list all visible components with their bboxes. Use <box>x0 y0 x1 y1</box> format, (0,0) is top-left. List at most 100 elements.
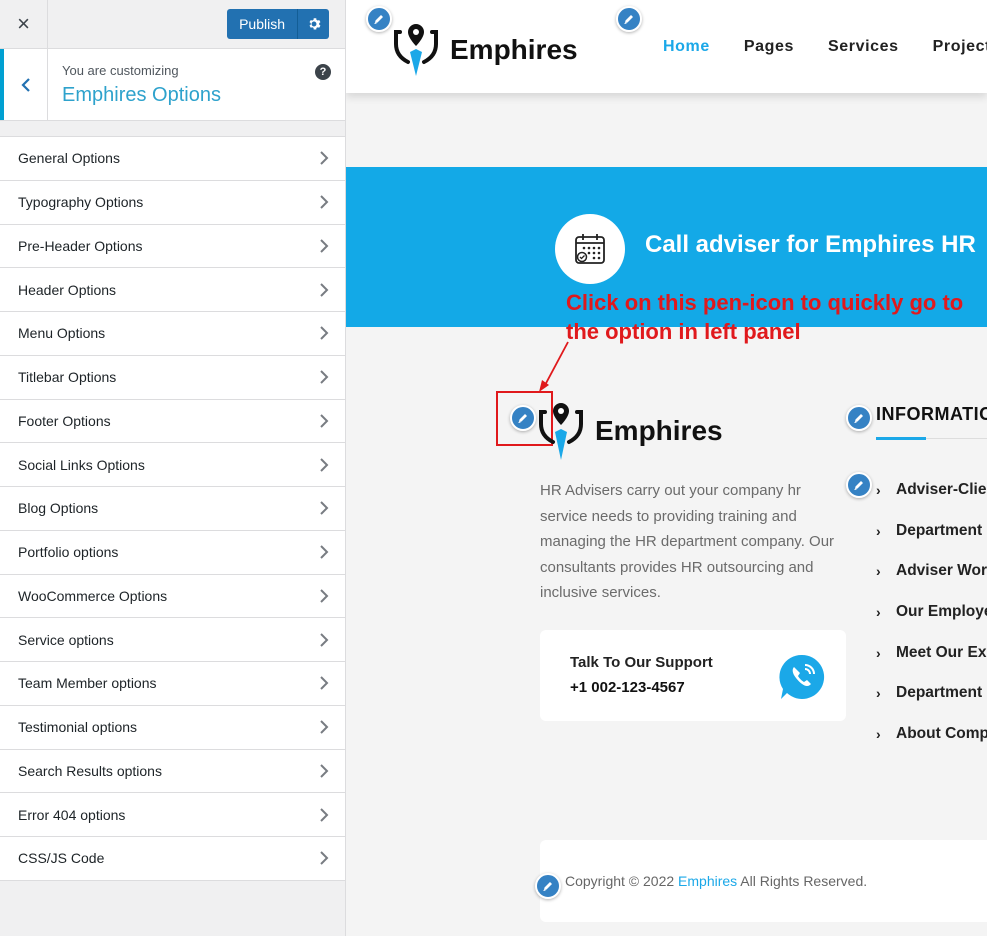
logo-icon <box>394 24 438 76</box>
option-panel-titlebar-options[interactable]: Titlebar Options <box>0 356 345 400</box>
customizing-title: Emphires Options <box>62 84 221 106</box>
information-links: › Adviser-Client › Department › Adviser Works… <box>876 470 987 754</box>
calendar-icon <box>555 214 625 284</box>
copyright-brand-link[interactable]: Emphires <box>678 873 737 889</box>
nav-item-pages[interactable]: Pages <box>744 38 794 56</box>
annotation-arrow-icon <box>539 341 569 392</box>
information-heading: INFORMATION <box>876 404 987 424</box>
option-panel-header-options[interactable]: Header Options <box>0 268 345 312</box>
customizing-label: You are customizing <box>62 63 179 78</box>
option-panel-typography-options[interactable]: Typography Options <box>0 181 345 225</box>
edit-shortcut-pen-icon[interactable] <box>846 472 872 498</box>
edit-shortcut-pen-icon[interactable] <box>846 405 872 431</box>
option-panel-pre-header-options[interactable]: Pre-Header Options <box>0 225 345 269</box>
option-panel-woocommerce-options[interactable]: WooCommerce Options <box>0 575 345 619</box>
back-arrow-icon[interactable] <box>0 49 48 120</box>
support-label: Talk To Our Support <box>570 654 713 671</box>
information-link[interactable]: › About Company <box>876 714 987 755</box>
annotation-text: Click on this pen-icon to quickly go to … <box>566 290 964 344</box>
chevron-right-icon: › <box>876 563 881 580</box>
option-panel-label: WooCommerce Options <box>18 587 168 604</box>
option-panel-label: Typography Options <box>18 194 144 211</box>
option-panel-label: Search Results options <box>18 762 162 779</box>
chevron-right-icon: › <box>876 604 881 621</box>
cta-text: Call adviser for Emphires HR <box>645 231 976 258</box>
option-panel-social-links-options[interactable]: Social Links Options <box>0 443 345 487</box>
heading-underline-rest <box>926 438 987 439</box>
chevron-right-icon <box>320 589 329 603</box>
edit-shortcut-pen-icon[interactable] <box>535 873 561 899</box>
nav-item-services[interactable]: Services <box>828 38 899 56</box>
gear-icon[interactable] <box>297 9 329 39</box>
publish-button[interactable]: Publish <box>227 9 297 39</box>
option-panel-label: Social Links Options <box>18 456 145 473</box>
option-panel-label: Testimonial options <box>18 719 138 736</box>
footer-description: HR Advisers carry out your company hr se… <box>540 482 835 601</box>
option-panel-menu-options[interactable]: Menu Options <box>0 312 345 356</box>
information-link[interactable]: › Our Employees <box>876 592 987 633</box>
chevron-right-icon: › <box>876 725 881 742</box>
option-panel-general-options[interactable]: General Options <box>0 137 345 181</box>
option-panel-label: Footer Options <box>18 412 111 429</box>
option-panel-label: Portfolio options <box>18 544 119 561</box>
option-panel-label: Menu Options <box>18 325 106 342</box>
close-icon[interactable]: × <box>0 0 48 48</box>
option-panel-search-results-options[interactable]: Search Results options <box>0 750 345 794</box>
chevron-right-icon: › <box>876 685 881 702</box>
option-panel-team-member-options[interactable]: Team Member options <box>0 662 345 706</box>
chevron-right-icon <box>320 545 329 559</box>
option-panel-portfolio-options[interactable]: Portfolio options <box>0 531 345 575</box>
chevron-right-icon <box>320 151 329 166</box>
chevron-right-icon <box>320 632 329 647</box>
nav-item-home[interactable]: Home <box>663 38 710 56</box>
information-link[interactable]: › Department <box>876 511 987 552</box>
site-header: Emphires Home Pages Services Projects <box>346 0 987 93</box>
chevron-right-icon <box>320 807 329 822</box>
edit-shortcut-pen-icon[interactable] <box>510 405 536 431</box>
information-link-label: Department <box>896 521 983 539</box>
help-icon[interactable]: ? <box>315 64 331 80</box>
information-link[interactable]: › Meet Our Experts <box>876 632 987 673</box>
copyright-bar: Copyright © 2022 Emphires All Rights Res… <box>540 840 987 922</box>
support-card: Talk To Our Support +1 002-123-4567 <box>540 630 846 721</box>
information-link[interactable]: › Department <box>876 673 987 714</box>
chevron-right-icon: › <box>876 522 881 539</box>
edit-shortcut-pen-icon[interactable] <box>616 6 642 32</box>
edit-shortcut-pen-icon[interactable] <box>366 6 392 32</box>
nav-item-projects[interactable]: Projects <box>933 38 987 56</box>
publish-group: Publish <box>227 9 329 39</box>
phone-chat-icon <box>779 654 825 699</box>
information-link-label: Our Employees <box>896 603 987 621</box>
information-link-label: Adviser Works <box>896 562 987 580</box>
option-panel-service-options[interactable]: Service options <box>0 618 345 662</box>
option-panel-blog-options[interactable]: Blog Options <box>0 487 345 531</box>
option-panel-label: Service options <box>18 631 114 648</box>
option-panel-label: Header Options <box>18 281 117 298</box>
option-panel-testimonial-options[interactable]: Testimonial options <box>0 706 345 750</box>
chevron-right-icon <box>320 764 329 778</box>
chevron-right-icon <box>320 851 329 866</box>
chevron-right-icon: › <box>876 644 881 661</box>
support-phone[interactable]: +1 002-123-4567 <box>570 679 685 696</box>
main-nav: Home Pages Services Projects <box>663 38 987 56</box>
information-link[interactable]: › Adviser Works <box>876 551 987 592</box>
customizer-sidebar: × Publish You are customizing Emphires O… <box>0 0 346 936</box>
option-panel-label: Blog Options <box>18 500 99 517</box>
site-preview: Emphires Home Pages Services Projects Ca… <box>346 0 987 936</box>
footer-logo[interactable]: Emphires <box>539 400 723 462</box>
option-panel-label: Pre-Header Options <box>18 237 143 254</box>
logo-icon <box>539 403 583 460</box>
chevron-right-icon <box>320 501 329 516</box>
chevron-right-icon: › <box>876 482 881 499</box>
logo-text: Emphires <box>450 34 578 65</box>
information-link[interactable]: › Adviser-Client <box>876 470 987 511</box>
option-panel-footer-options[interactable]: Footer Options <box>0 400 345 444</box>
option-panel-label: Error 404 options <box>18 806 126 823</box>
option-panel-label: General Options <box>18 150 120 167</box>
option-panel-error-404-options[interactable]: Error 404 options <box>0 793 345 837</box>
chevron-right-icon <box>320 676 329 691</box>
option-panel-css-js-code[interactable]: CSS/JS Code <box>0 837 345 881</box>
site-logo[interactable]: Emphires <box>394 22 578 78</box>
chevron-right-icon <box>320 370 329 384</box>
option-panel-label: Team Member options <box>18 675 157 692</box>
